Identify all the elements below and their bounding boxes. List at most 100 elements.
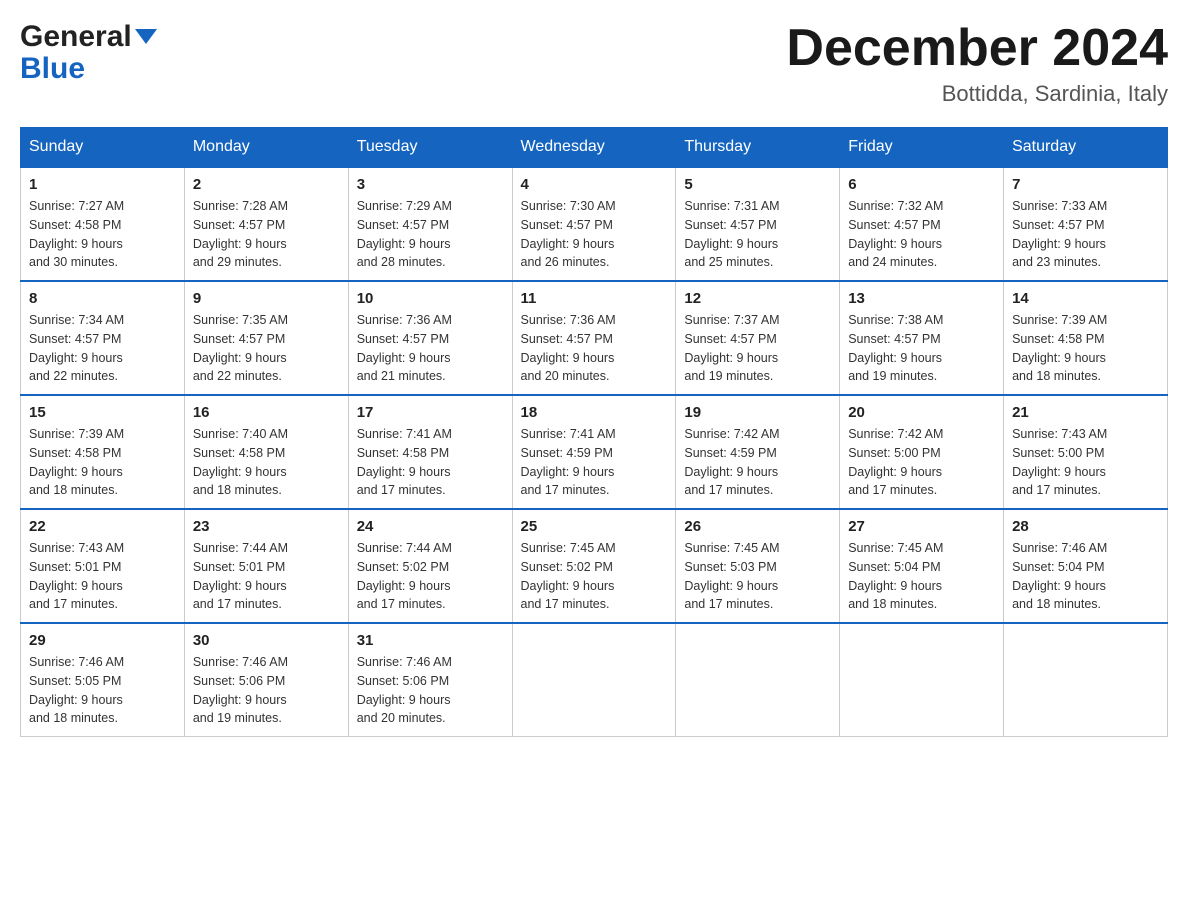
day-number: 2 [193,176,340,193]
calendar-cell: 7 Sunrise: 7:33 AM Sunset: 4:57 PM Dayli… [1004,167,1168,281]
calendar-cell: 12 Sunrise: 7:37 AM Sunset: 4:57 PM Dayl… [676,281,840,395]
day-number: 31 [357,632,504,649]
weekday-header-saturday: Saturday [1004,128,1168,168]
calendar-cell: 14 Sunrise: 7:39 AM Sunset: 4:58 PM Dayl… [1004,281,1168,395]
calendar-cell: 22 Sunrise: 7:43 AM Sunset: 5:01 PM Dayl… [21,509,185,623]
day-number: 4 [521,176,668,193]
day-number: 30 [193,632,340,649]
day-number: 14 [1012,290,1159,307]
calendar-cell: 24 Sunrise: 7:44 AM Sunset: 5:02 PM Dayl… [348,509,512,623]
day-number: 9 [193,290,340,307]
day-info: Sunrise: 7:30 AM Sunset: 4:57 PM Dayligh… [521,197,668,272]
day-number: 1 [29,176,176,193]
day-number: 16 [193,404,340,421]
logo: General Blue [20,20,157,84]
day-number: 22 [29,518,176,535]
calendar-week-row: 15 Sunrise: 7:39 AM Sunset: 4:58 PM Dayl… [21,395,1168,509]
calendar-cell: 16 Sunrise: 7:40 AM Sunset: 4:58 PM Dayl… [184,395,348,509]
logo-general-text: General [20,20,132,54]
calendar-cell: 2 Sunrise: 7:28 AM Sunset: 4:57 PM Dayli… [184,167,348,281]
calendar-cell: 27 Sunrise: 7:45 AM Sunset: 5:04 PM Dayl… [840,509,1004,623]
calendar-cell: 4 Sunrise: 7:30 AM Sunset: 4:57 PM Dayli… [512,167,676,281]
calendar-cell: 30 Sunrise: 7:46 AM Sunset: 5:06 PM Dayl… [184,623,348,737]
calendar-cell: 19 Sunrise: 7:42 AM Sunset: 4:59 PM Dayl… [676,395,840,509]
day-number: 6 [848,176,995,193]
day-info: Sunrise: 7:46 AM Sunset: 5:05 PM Dayligh… [29,653,176,728]
day-number: 13 [848,290,995,307]
day-info: Sunrise: 7:44 AM Sunset: 5:02 PM Dayligh… [357,539,504,614]
page-header: General Blue December 2024 Bottidda, Sar… [20,20,1168,107]
day-info: Sunrise: 7:42 AM Sunset: 5:00 PM Dayligh… [848,425,995,500]
day-info: Sunrise: 7:32 AM Sunset: 4:57 PM Dayligh… [848,197,995,272]
day-info: Sunrise: 7:45 AM Sunset: 5:03 PM Dayligh… [684,539,831,614]
day-number: 3 [357,176,504,193]
day-info: Sunrise: 7:35 AM Sunset: 4:57 PM Dayligh… [193,311,340,386]
day-info: Sunrise: 7:36 AM Sunset: 4:57 PM Dayligh… [521,311,668,386]
calendar-cell: 28 Sunrise: 7:46 AM Sunset: 5:04 PM Dayl… [1004,509,1168,623]
day-number: 24 [357,518,504,535]
day-number: 5 [684,176,831,193]
title-block: December 2024 Bottidda, Sardinia, Italy [786,20,1168,107]
day-number: 29 [29,632,176,649]
day-info: Sunrise: 7:31 AM Sunset: 4:57 PM Dayligh… [684,197,831,272]
day-info: Sunrise: 7:34 AM Sunset: 4:57 PM Dayligh… [29,311,176,386]
day-info: Sunrise: 7:44 AM Sunset: 5:01 PM Dayligh… [193,539,340,614]
day-info: Sunrise: 7:39 AM Sunset: 4:58 PM Dayligh… [1012,311,1159,386]
day-number: 21 [1012,404,1159,421]
day-number: 10 [357,290,504,307]
day-info: Sunrise: 7:46 AM Sunset: 5:04 PM Dayligh… [1012,539,1159,614]
calendar-cell: 6 Sunrise: 7:32 AM Sunset: 4:57 PM Dayli… [840,167,1004,281]
day-info: Sunrise: 7:29 AM Sunset: 4:57 PM Dayligh… [357,197,504,272]
day-info: Sunrise: 7:42 AM Sunset: 4:59 PM Dayligh… [684,425,831,500]
calendar-cell: 9 Sunrise: 7:35 AM Sunset: 4:57 PM Dayli… [184,281,348,395]
calendar-week-row: 1 Sunrise: 7:27 AM Sunset: 4:58 PM Dayli… [21,167,1168,281]
day-number: 23 [193,518,340,535]
day-number: 11 [521,290,668,307]
calendar-week-row: 22 Sunrise: 7:43 AM Sunset: 5:01 PM Dayl… [21,509,1168,623]
day-number: 19 [684,404,831,421]
calendar-cell: 13 Sunrise: 7:38 AM Sunset: 4:57 PM Dayl… [840,281,1004,395]
day-info: Sunrise: 7:39 AM Sunset: 4:58 PM Dayligh… [29,425,176,500]
calendar-cell: 15 Sunrise: 7:39 AM Sunset: 4:58 PM Dayl… [21,395,185,509]
calendar-table: SundayMondayTuesdayWednesdayThursdayFrid… [20,127,1168,737]
calendar-week-row: 8 Sunrise: 7:34 AM Sunset: 4:57 PM Dayli… [21,281,1168,395]
day-number: 20 [848,404,995,421]
weekday-header-monday: Monday [184,128,348,168]
weekday-header-sunday: Sunday [21,128,185,168]
day-info: Sunrise: 7:36 AM Sunset: 4:57 PM Dayligh… [357,311,504,386]
calendar-cell: 5 Sunrise: 7:31 AM Sunset: 4:57 PM Dayli… [676,167,840,281]
day-number: 8 [29,290,176,307]
calendar-cell: 11 Sunrise: 7:36 AM Sunset: 4:57 PM Dayl… [512,281,676,395]
location-subtitle: Bottidda, Sardinia, Italy [786,81,1168,107]
day-info: Sunrise: 7:45 AM Sunset: 5:02 PM Dayligh… [521,539,668,614]
logo-triangle-icon [135,29,157,44]
day-number: 26 [684,518,831,535]
month-title: December 2024 [786,20,1168,77]
calendar-week-row: 29 Sunrise: 7:46 AM Sunset: 5:05 PM Dayl… [21,623,1168,737]
day-info: Sunrise: 7:46 AM Sunset: 5:06 PM Dayligh… [357,653,504,728]
calendar-cell: 18 Sunrise: 7:41 AM Sunset: 4:59 PM Dayl… [512,395,676,509]
day-info: Sunrise: 7:41 AM Sunset: 4:58 PM Dayligh… [357,425,504,500]
day-info: Sunrise: 7:33 AM Sunset: 4:57 PM Dayligh… [1012,197,1159,272]
calendar-cell: 26 Sunrise: 7:45 AM Sunset: 5:03 PM Dayl… [676,509,840,623]
calendar-cell: 25 Sunrise: 7:45 AM Sunset: 5:02 PM Dayl… [512,509,676,623]
calendar-cell: 31 Sunrise: 7:46 AM Sunset: 5:06 PM Dayl… [348,623,512,737]
calendar-cell: 17 Sunrise: 7:41 AM Sunset: 4:58 PM Dayl… [348,395,512,509]
weekday-header-wednesday: Wednesday [512,128,676,168]
day-info: Sunrise: 7:45 AM Sunset: 5:04 PM Dayligh… [848,539,995,614]
day-number: 27 [848,518,995,535]
day-info: Sunrise: 7:46 AM Sunset: 5:06 PM Dayligh… [193,653,340,728]
weekday-header-tuesday: Tuesday [348,128,512,168]
day-info: Sunrise: 7:28 AM Sunset: 4:57 PM Dayligh… [193,197,340,272]
day-number: 17 [357,404,504,421]
calendar-cell: 10 Sunrise: 7:36 AM Sunset: 4:57 PM Dayl… [348,281,512,395]
calendar-cell: 20 Sunrise: 7:42 AM Sunset: 5:00 PM Dayl… [840,395,1004,509]
day-number: 7 [1012,176,1159,193]
calendar-cell: 21 Sunrise: 7:43 AM Sunset: 5:00 PM Dayl… [1004,395,1168,509]
weekday-header-friday: Friday [840,128,1004,168]
day-info: Sunrise: 7:38 AM Sunset: 4:57 PM Dayligh… [848,311,995,386]
day-info: Sunrise: 7:43 AM Sunset: 5:01 PM Dayligh… [29,539,176,614]
calendar-cell [1004,623,1168,737]
calendar-cell: 23 Sunrise: 7:44 AM Sunset: 5:01 PM Dayl… [184,509,348,623]
day-number: 12 [684,290,831,307]
